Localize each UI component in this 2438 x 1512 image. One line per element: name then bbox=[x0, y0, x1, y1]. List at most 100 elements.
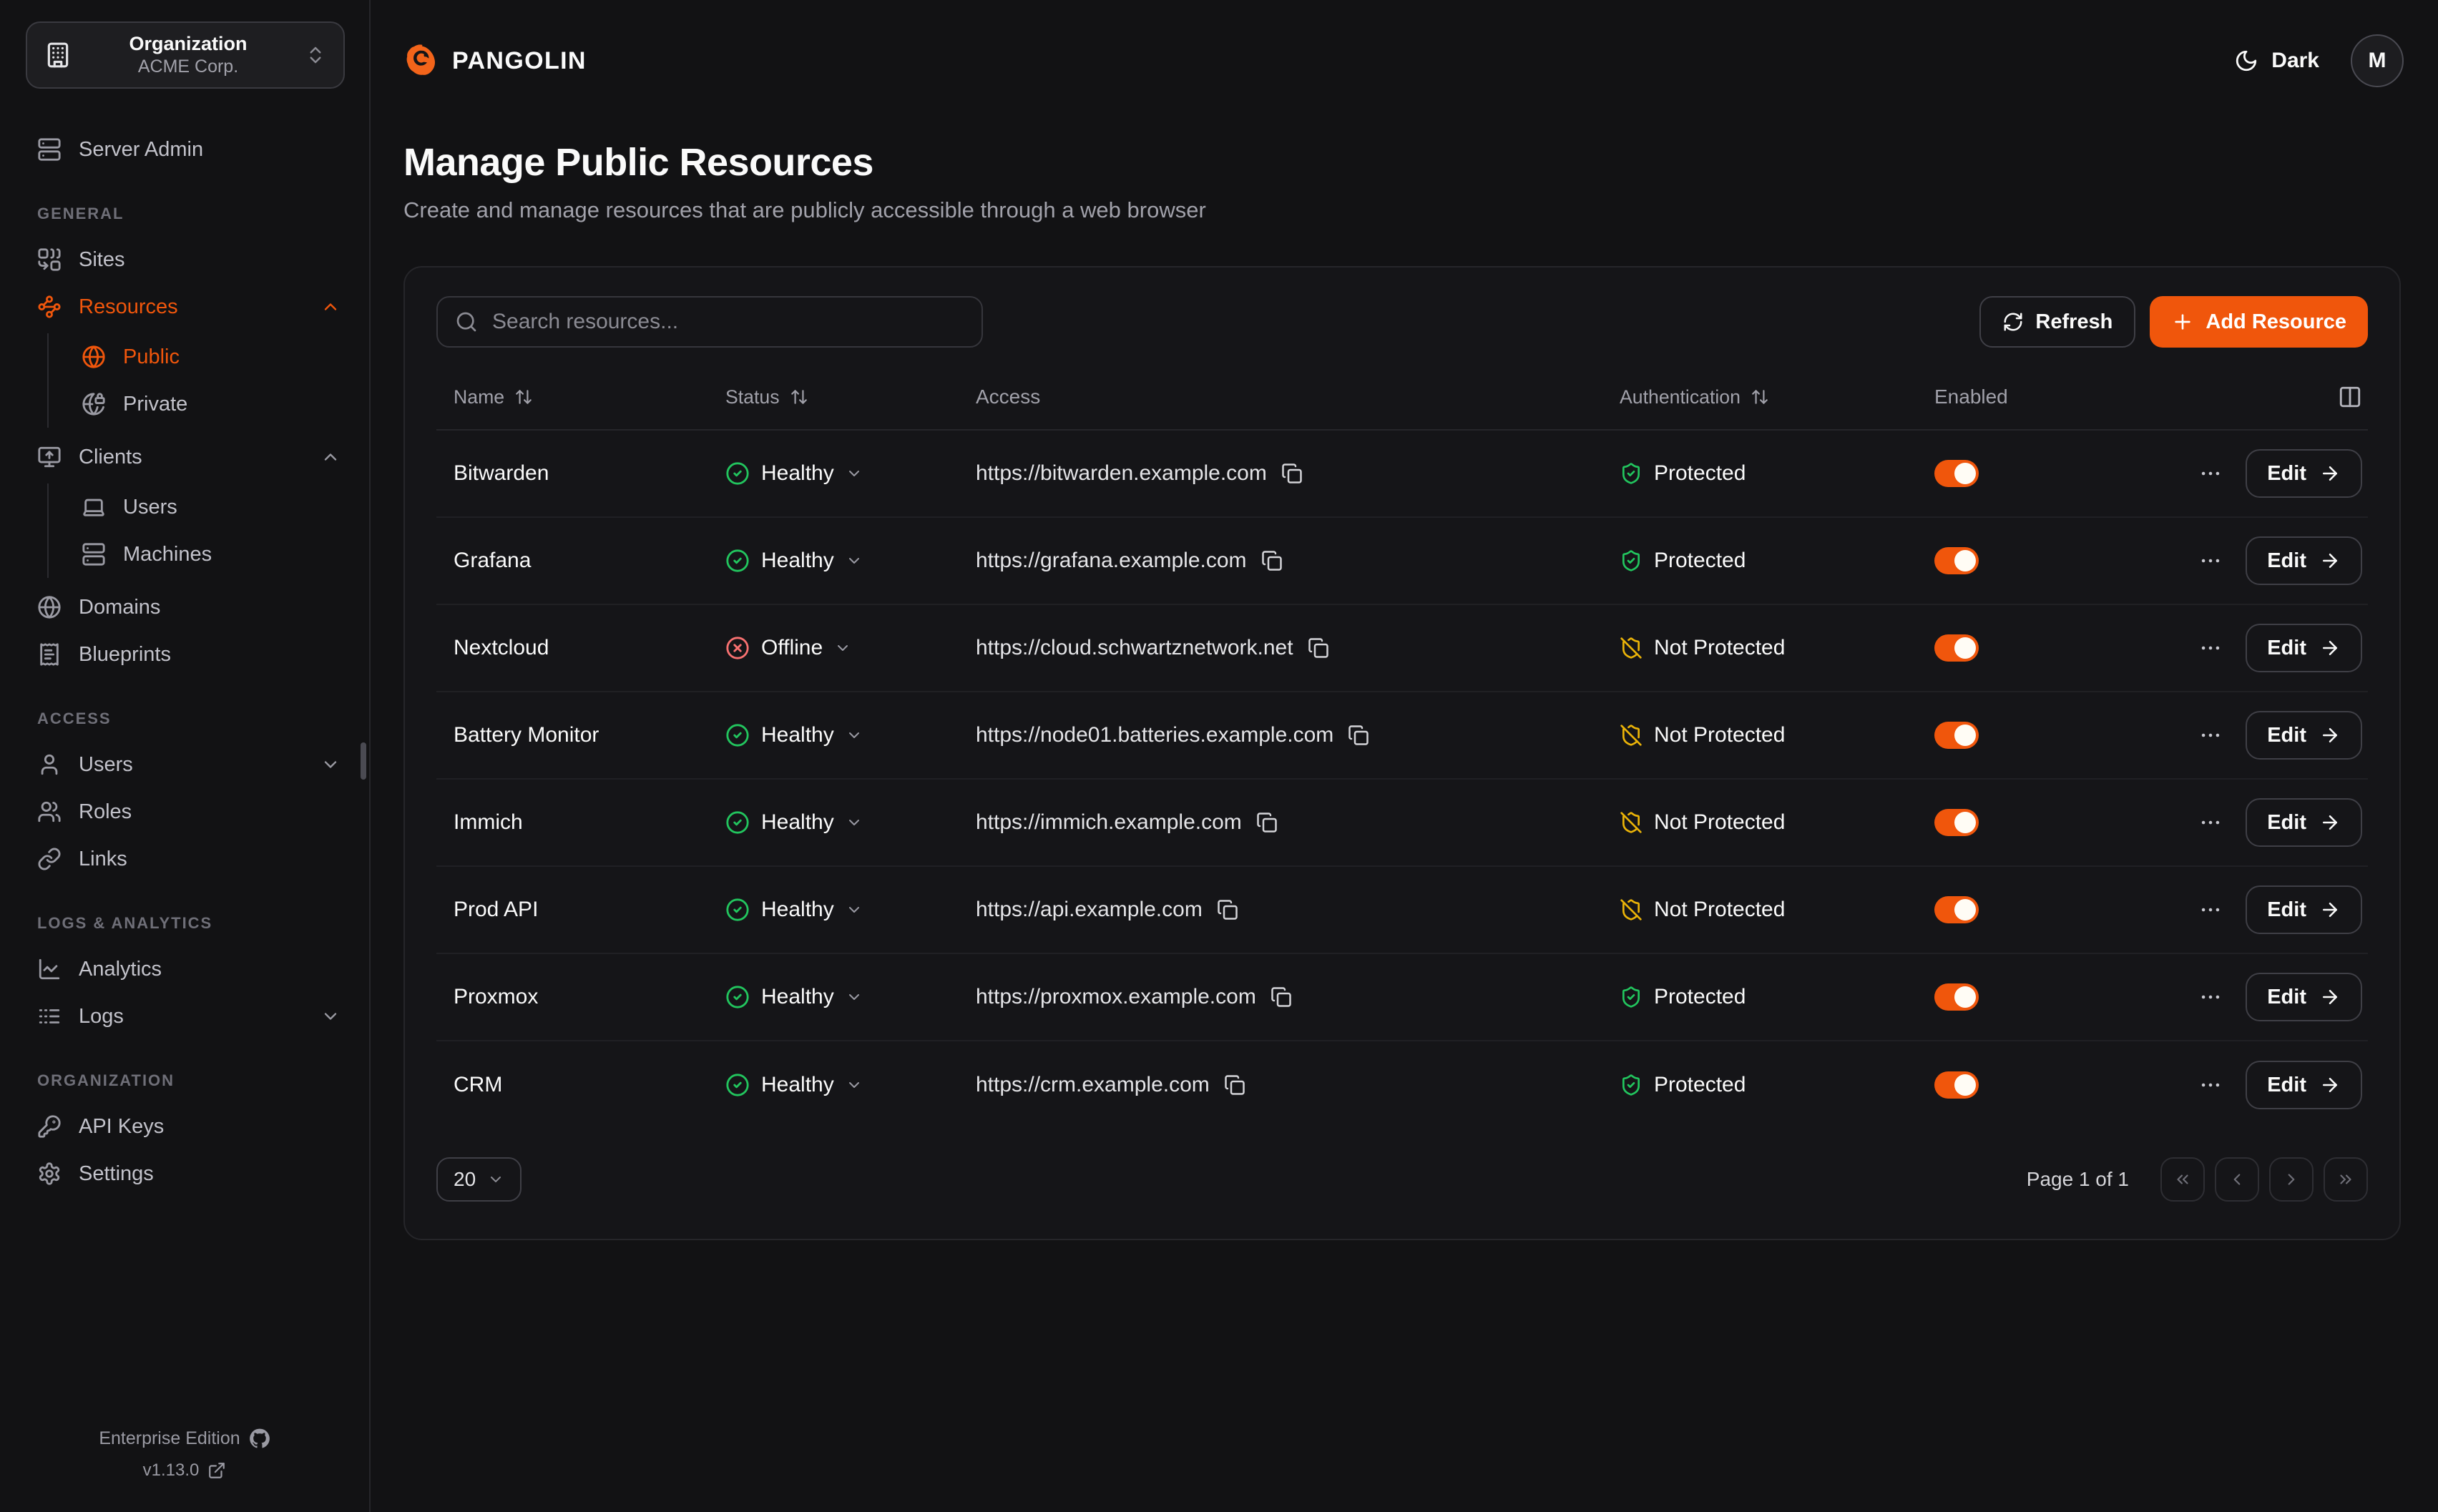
chevron-down-icon bbox=[846, 727, 863, 744]
resource-url: https://immich.example.com bbox=[976, 810, 1242, 835]
enabled-toggle[interactable] bbox=[1934, 983, 1979, 1011]
shield-check-icon bbox=[1620, 986, 1643, 1008]
brand[interactable]: PANGOLIN bbox=[403, 43, 587, 79]
status-dropdown[interactable]: Healthy bbox=[725, 898, 863, 922]
edit-button[interactable]: Edit bbox=[2246, 536, 2362, 585]
edit-button[interactable]: Edit bbox=[2246, 1061, 2362, 1109]
next-page-button[interactable] bbox=[2269, 1157, 2314, 1202]
combine-icon bbox=[37, 247, 62, 272]
sidebar-item-analytics[interactable]: Analytics bbox=[0, 946, 369, 993]
enabled-toggle[interactable] bbox=[1934, 722, 1979, 749]
column-settings-button[interactable] bbox=[2338, 385, 2362, 409]
arrow-right-icon bbox=[2319, 899, 2341, 921]
edit-button[interactable]: Edit bbox=[2246, 973, 2362, 1021]
status-dropdown[interactable]: Healthy bbox=[725, 810, 863, 835]
sort-icon bbox=[790, 388, 808, 406]
sidebar-item-links[interactable]: Links bbox=[0, 835, 369, 883]
chevron-down-icon bbox=[320, 755, 341, 775]
section-label-logs-analytics: LOGS & ANALYTICS bbox=[0, 914, 369, 933]
column-header-enabled: Enabled bbox=[1934, 386, 2092, 408]
status-dropdown[interactable]: Offline bbox=[725, 636, 851, 660]
authentication-status: Protected bbox=[1620, 549, 1934, 573]
status-dropdown[interactable]: Healthy bbox=[725, 985, 863, 1009]
org-switcher[interactable]: Organization ACME Corp. bbox=[26, 21, 345, 89]
copy-url-button[interactable] bbox=[1261, 550, 1283, 571]
edit-button[interactable]: Edit bbox=[2246, 449, 2362, 498]
plus-icon bbox=[2171, 310, 2194, 333]
enabled-toggle[interactable] bbox=[1934, 809, 1979, 836]
arrow-right-icon bbox=[2319, 986, 2341, 1008]
table-header: Name Status Access Authentication Enable… bbox=[436, 385, 2368, 429]
sidebar-item-sites[interactable]: Sites bbox=[0, 236, 369, 283]
sidebar-item-clients[interactable]: Clients bbox=[0, 433, 369, 481]
sidebar-item-blueprints[interactable]: Blueprints bbox=[0, 631, 369, 678]
avatar[interactable]: M bbox=[2351, 34, 2404, 87]
sidebar-item-roles[interactable]: Roles bbox=[0, 788, 369, 835]
row-menu-button[interactable] bbox=[2198, 985, 2223, 1009]
enabled-toggle[interactable] bbox=[1934, 896, 1979, 923]
shield-off-icon bbox=[1620, 724, 1643, 747]
enabled-toggle[interactable] bbox=[1934, 1071, 1979, 1099]
sidebar-item-machines[interactable]: Machines bbox=[49, 531, 369, 578]
table-row: Immich Healthy https://immich.example.co… bbox=[436, 780, 2368, 867]
sidebar-item-domains[interactable]: Domains bbox=[0, 584, 369, 631]
copy-url-button[interactable] bbox=[1217, 899, 1238, 921]
row-menu-button[interactable] bbox=[2198, 898, 2223, 922]
status-dropdown[interactable]: Healthy bbox=[725, 1073, 863, 1097]
enabled-toggle[interactable] bbox=[1934, 460, 1979, 487]
sidebar-item-api-keys[interactable]: API Keys bbox=[0, 1103, 369, 1150]
copy-url-button[interactable] bbox=[1271, 986, 1292, 1008]
copy-url-button[interactable] bbox=[1281, 463, 1303, 484]
status-dropdown[interactable]: Healthy bbox=[725, 723, 863, 747]
sidebar-item-client-users[interactable]: Users bbox=[49, 483, 369, 531]
copy-url-button[interactable] bbox=[1224, 1074, 1245, 1096]
sidebar-scrollbar-thumb[interactable] bbox=[361, 742, 366, 780]
theme-toggle-button[interactable]: Dark bbox=[2234, 49, 2319, 73]
sidebar: Organization ACME Corp. Server Admin GEN… bbox=[0, 0, 371, 1512]
row-menu-button[interactable] bbox=[2198, 723, 2223, 747]
copy-url-button[interactable] bbox=[1308, 637, 1329, 659]
sidebar-item-private[interactable]: Private bbox=[49, 381, 369, 428]
edit-button[interactable]: Edit bbox=[2246, 798, 2362, 847]
sidebar-item-public[interactable]: Public bbox=[49, 333, 369, 381]
status-dropdown[interactable]: Healthy bbox=[725, 461, 863, 486]
enabled-toggle[interactable] bbox=[1934, 547, 1979, 574]
github-icon[interactable] bbox=[249, 1428, 270, 1449]
sidebar-item-users[interactable]: Users bbox=[0, 741, 369, 788]
row-menu-button[interactable] bbox=[2198, 810, 2223, 835]
table-row: Battery Monitor Healthy https://node01.b… bbox=[436, 692, 2368, 780]
enabled-toggle[interactable] bbox=[1934, 634, 1979, 662]
copy-url-button[interactable] bbox=[1256, 812, 1278, 833]
edit-button[interactable]: Edit bbox=[2246, 624, 2362, 672]
copy-url-button[interactable] bbox=[1348, 725, 1369, 746]
refresh-button[interactable]: Refresh bbox=[1979, 296, 2135, 348]
edit-button[interactable]: Edit bbox=[2246, 711, 2362, 760]
column-header-authentication[interactable]: Authentication bbox=[1620, 386, 1934, 408]
arrow-right-icon bbox=[2319, 550, 2341, 571]
edit-button[interactable]: Edit bbox=[2246, 885, 2362, 934]
row-menu-button[interactable] bbox=[2198, 636, 2223, 660]
sidebar-item-server-admin[interactable]: Server Admin bbox=[0, 126, 369, 173]
column-header-status[interactable]: Status bbox=[725, 386, 976, 408]
page-size-select[interactable]: 20 bbox=[436, 1157, 522, 1202]
globe-lock-icon bbox=[82, 392, 106, 416]
last-page-button[interactable] bbox=[2324, 1157, 2368, 1202]
column-header-name[interactable]: Name bbox=[454, 386, 725, 408]
row-menu-button[interactable] bbox=[2198, 549, 2223, 573]
arrow-right-icon bbox=[2319, 725, 2341, 746]
sidebar-item-logs[interactable]: Logs bbox=[0, 993, 369, 1040]
sidebar-nav: Server Admin GENERAL Sites Resources Pub… bbox=[0, 126, 369, 1197]
sidebar-item-settings[interactable]: Settings bbox=[0, 1150, 369, 1197]
status-dropdown[interactable]: Healthy bbox=[725, 549, 863, 573]
add-resource-button[interactable]: Add Resource bbox=[2150, 296, 2368, 348]
section-label-organization: ORGANIZATION bbox=[0, 1071, 369, 1090]
search-input[interactable] bbox=[492, 310, 964, 334]
resource-name: Grafana bbox=[454, 549, 725, 573]
row-menu-button[interactable] bbox=[2198, 461, 2223, 486]
external-link-icon[interactable] bbox=[207, 1461, 226, 1480]
first-page-button[interactable] bbox=[2160, 1157, 2205, 1202]
sidebar-item-resources[interactable]: Resources bbox=[0, 283, 369, 330]
previous-page-button[interactable] bbox=[2215, 1157, 2259, 1202]
row-menu-button[interactable] bbox=[2198, 1073, 2223, 1097]
circle-check-icon bbox=[725, 461, 750, 486]
